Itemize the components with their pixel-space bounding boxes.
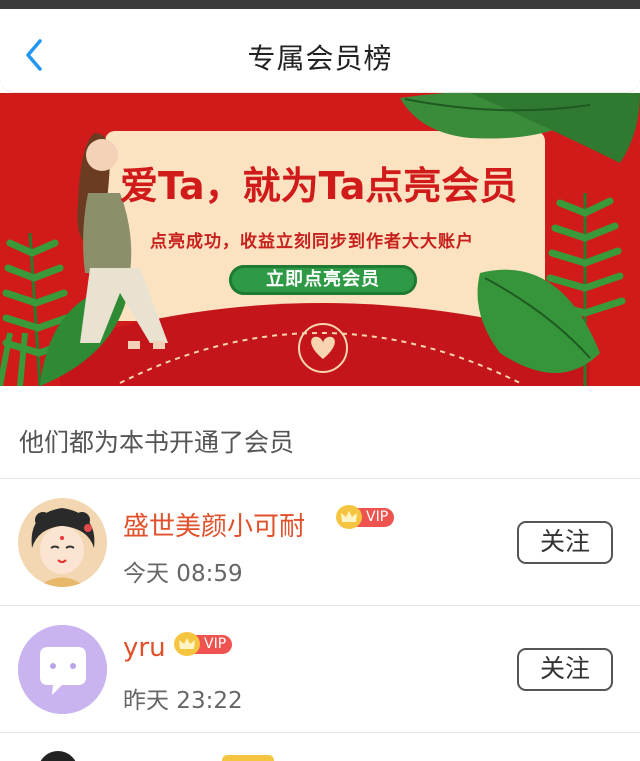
- page-title: 专属会员榜: [247, 42, 393, 75]
- member-time: 昨天 23:22: [123, 688, 243, 714]
- banner-title: 爱Ta，就为Ta点亮会员: [120, 164, 518, 208]
- promo-banner[interactable]: 爱Ta，就为Ta点亮会员 点亮成功，收益立刻同步到作者大大账户 立即点亮会员: [0, 93, 640, 386]
- follow-button[interactable]: 关注: [517, 521, 613, 564]
- avatar[interactable]: [18, 498, 107, 587]
- nav-bar: 专属会员榜: [0, 9, 640, 93]
- status-bar: [0, 0, 640, 9]
- member-row[interactable]: 盛世美颜小可耐 VIP 今天 08:59 关注: [0, 479, 640, 606]
- avatar[interactable]: [38, 751, 78, 761]
- member-name: yru: [123, 633, 166, 663]
- vip-badge: [222, 755, 274, 761]
- member-time: 今天 08:59: [123, 561, 243, 587]
- member-row[interactable]: yru VIP 昨天 23:22 关注: [0, 606, 640, 733]
- crown-icon: [174, 632, 200, 656]
- member-row[interactable]: [0, 733, 640, 761]
- avatar[interactable]: [18, 625, 107, 714]
- light-up-member-button[interactable]: 立即点亮会员: [229, 265, 417, 295]
- member-name: 盛世美颜小可耐: [123, 512, 306, 542]
- crown-icon: [336, 505, 362, 529]
- follow-button[interactable]: 关注: [517, 648, 613, 691]
- section-label: 他们都为本书开通了会员: [19, 428, 295, 457]
- banner-subtitle: 点亮成功，收益立刻同步到作者大大账户: [150, 232, 474, 252]
